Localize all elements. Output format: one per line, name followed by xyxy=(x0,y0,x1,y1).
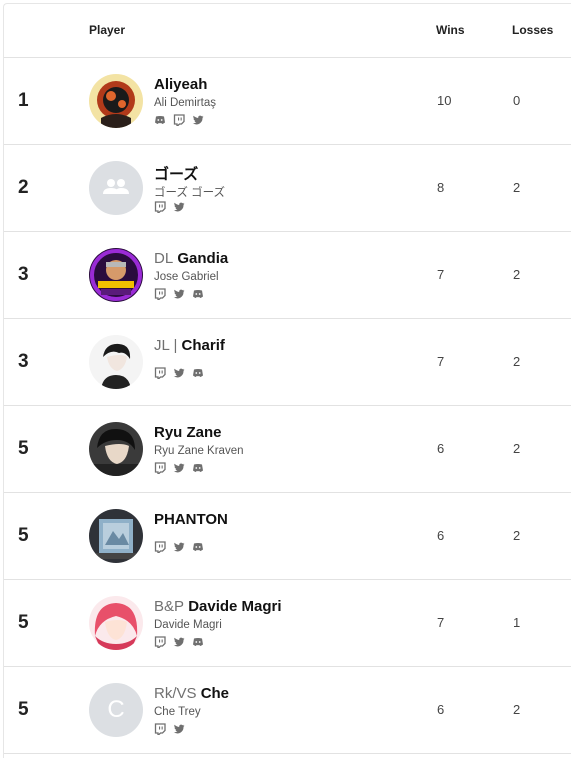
wins-value: 7 xyxy=(437,354,445,369)
team-tag: JL | xyxy=(154,337,178,354)
discord-icon[interactable] xyxy=(154,113,166,125)
team-tag: B&P xyxy=(154,598,185,615)
table-row[interactable]: 5 B&P Davide Magri Davide Magri 7 1 xyxy=(4,580,571,667)
wins-value: 8 xyxy=(437,180,445,195)
twitch-icon[interactable] xyxy=(154,635,166,649)
avatar[interactable] xyxy=(89,335,143,389)
player-name[interactable]: Gandia xyxy=(177,250,228,267)
losses-value: 2 xyxy=(513,180,521,195)
losses-value: 0 xyxy=(513,93,521,108)
rank: 5 xyxy=(18,525,29,546)
losses-value: 2 xyxy=(513,528,521,543)
twitter-icon[interactable] xyxy=(192,113,204,125)
avatar[interactable] xyxy=(89,596,143,650)
table-row[interactable]: 3 JL | Charif 7 2 xyxy=(4,319,571,406)
avatar[interactable] xyxy=(89,74,143,128)
rank: 3 xyxy=(18,351,29,372)
losses-value: 1 xyxy=(513,615,521,630)
wins-value: 6 xyxy=(437,528,445,543)
rank: 2 xyxy=(18,177,29,198)
social-links xyxy=(154,287,204,301)
discord-icon[interactable] xyxy=(192,287,204,299)
twitch-icon[interactable] xyxy=(173,113,185,127)
rank: 3 xyxy=(18,264,29,285)
wins-value: 7 xyxy=(437,267,445,282)
discord-icon[interactable] xyxy=(192,540,204,552)
table-header: Player Wins Losses xyxy=(4,4,571,58)
leaderboard-table: Player Wins Losses 1 Aliyeah Ali Demirta… xyxy=(3,3,571,758)
twitter-icon[interactable] xyxy=(173,722,185,734)
losses-value: 2 xyxy=(513,441,521,456)
rank: 5 xyxy=(18,438,29,459)
avatar[interactable] xyxy=(89,422,143,476)
wins-value: 6 xyxy=(437,702,445,717)
column-header-losses[interactable]: Losses xyxy=(512,23,553,37)
social-links xyxy=(154,722,185,736)
wins-value: 10 xyxy=(437,93,452,108)
social-links xyxy=(154,540,204,554)
social-links xyxy=(154,635,204,649)
column-header-player[interactable]: Player xyxy=(89,23,125,37)
table-row[interactable]: 5 C Rk/VS Che Che Trey 6 2 xyxy=(4,667,571,754)
twitter-icon[interactable] xyxy=(173,200,185,212)
table-row[interactable]: 3 DL Gandia Jose Gabriel 7 2 xyxy=(4,232,571,319)
rank: 5 xyxy=(18,612,29,633)
twitter-icon[interactable] xyxy=(173,287,185,299)
discord-icon[interactable] xyxy=(192,461,204,473)
twitch-icon[interactable] xyxy=(154,540,166,554)
player-real-name: ゴーズ ゴーズ xyxy=(154,187,226,199)
table-row[interactable]: 1 Aliyeah Ali Demirtaş 10 0 xyxy=(4,58,571,145)
table-row[interactable]: 5 PHANTON 6 2 xyxy=(4,493,571,580)
twitch-icon[interactable] xyxy=(154,722,166,736)
player-real-name: Davide Magri xyxy=(154,619,222,631)
twitter-icon[interactable] xyxy=(173,540,185,552)
rank: 1 xyxy=(18,90,29,111)
twitch-icon[interactable] xyxy=(154,461,166,475)
discord-icon[interactable] xyxy=(192,635,204,647)
player-name[interactable]: ゴーズ xyxy=(154,166,198,183)
player-name[interactable]: Aliyeah xyxy=(154,76,207,93)
social-links xyxy=(154,366,204,380)
twitter-icon[interactable] xyxy=(173,461,185,473)
table-row[interactable]: 5 Ryu Zane Ryu Zane Kraven 6 2 xyxy=(4,406,571,493)
wins-value: 7 xyxy=(437,615,445,630)
losses-value: 2 xyxy=(513,702,521,717)
player-name[interactable]: Che xyxy=(201,685,229,702)
player-name[interactable]: Ryu Zane xyxy=(154,424,222,441)
player-real-name: Ryu Zane Kraven xyxy=(154,445,244,457)
player-real-name: Che Trey xyxy=(154,706,201,718)
twitch-icon[interactable] xyxy=(154,366,166,380)
social-links xyxy=(154,113,204,127)
wins-value: 6 xyxy=(437,441,445,456)
losses-value: 2 xyxy=(513,354,521,369)
player-name[interactable]: Charif xyxy=(182,337,225,354)
avatar[interactable] xyxy=(89,248,143,302)
player-name[interactable]: PHANTON xyxy=(154,511,228,528)
column-header-wins[interactable]: Wins xyxy=(436,23,465,37)
rank: 5 xyxy=(18,699,29,720)
avatar[interactable] xyxy=(89,161,143,215)
social-links xyxy=(154,461,204,475)
player-real-name: Jose Gabriel xyxy=(154,271,219,283)
player-real-name: Ali Demirtaş xyxy=(154,97,216,109)
team-tag: Rk/VS xyxy=(154,685,197,702)
avatar[interactable] xyxy=(89,509,143,563)
player-name[interactable]: Davide Magri xyxy=(188,598,281,615)
avatar-initial: C xyxy=(107,696,125,723)
twitter-icon[interactable] xyxy=(173,366,185,378)
twitter-icon[interactable] xyxy=(173,635,185,647)
discord-icon[interactable] xyxy=(192,366,204,378)
avatar[interactable]: C xyxy=(89,683,143,737)
table-row[interactable]: 2 ゴーズ ゴーズ ゴーズ 8 2 xyxy=(4,145,571,232)
twitch-icon[interactable] xyxy=(154,287,166,301)
twitch-icon[interactable] xyxy=(154,200,166,214)
losses-value: 2 xyxy=(513,267,521,282)
team-tag: DL xyxy=(154,250,174,267)
social-links xyxy=(154,200,185,214)
